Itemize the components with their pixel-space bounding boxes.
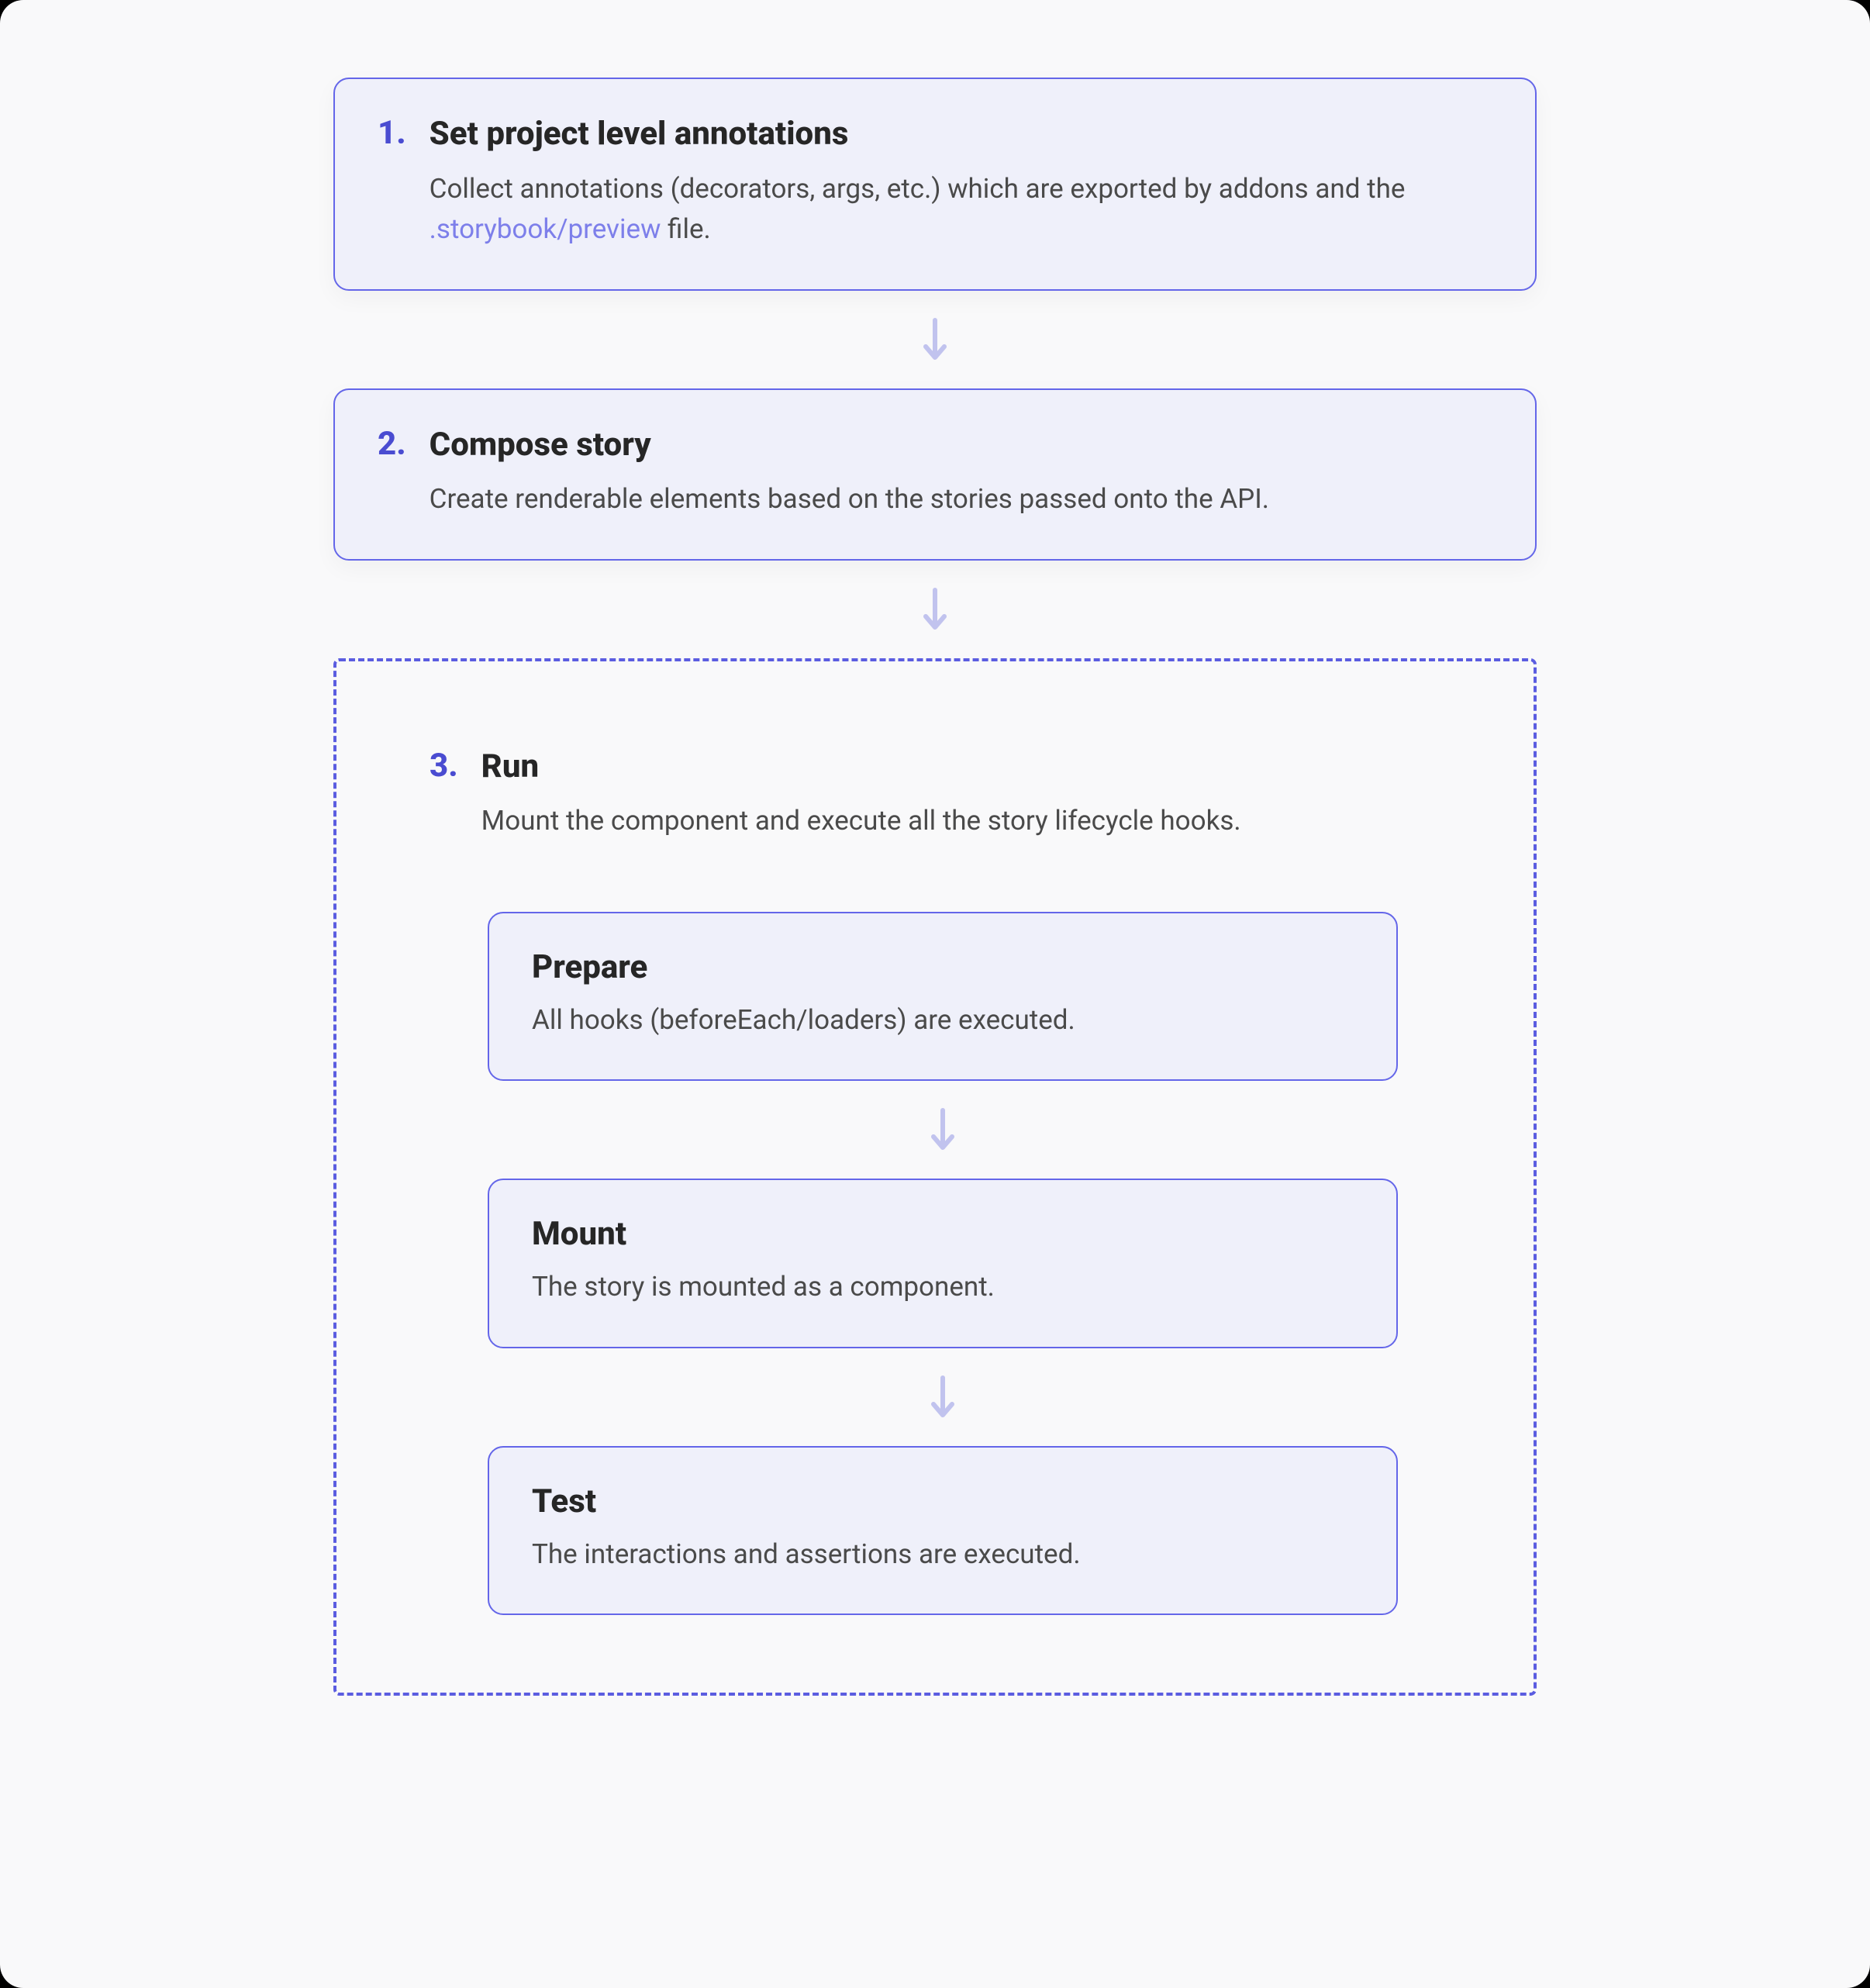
substep-test-card: Test The interactions and assertions are… — [488, 1446, 1398, 1616]
step-2-title: Compose story — [430, 425, 1492, 466]
arrow-down-icon — [919, 587, 951, 632]
substep-prepare-title: Prepare — [532, 948, 1354, 986]
step-1-body: Set project level annotations Collect an… — [430, 114, 1492, 250]
step-3-header: 3. Run Mount the component and execute a… — [430, 747, 1398, 842]
substep-test-title: Test — [532, 1482, 1354, 1520]
step-2-description: Create renderable elements based on the … — [430, 479, 1492, 520]
step-3-title: Run — [481, 747, 1398, 788]
arrow-sub-2 — [927, 1348, 958, 1446]
step-2-body: Compose story Create renderable elements… — [430, 425, 1492, 520]
step-2-number: 2. — [378, 425, 406, 464]
step-3-description: Mount the component and execute all the … — [481, 801, 1398, 842]
arrow-down-icon — [919, 317, 951, 362]
step-3-number: 3. — [430, 747, 458, 785]
substep-mount-description: The story is mounted as a component. — [532, 1267, 1354, 1308]
step-3-body: Run Mount the component and execute all … — [481, 747, 1398, 842]
substep-prepare-card: Prepare All hooks (beforeEach/loaders) a… — [488, 912, 1398, 1082]
step-2-card: 2. Compose story Create renderable eleme… — [333, 388, 1537, 561]
arrow-1 — [919, 291, 951, 388]
step-1-card: 1. Set project level annotations Collect… — [333, 78, 1537, 291]
diagram-canvas: 1. Set project level annotations Collect… — [0, 0, 1870, 1988]
run-substeps: Prepare All hooks (beforeEach/loaders) a… — [488, 912, 1398, 1616]
step-1-description: Collect annotations (decorators, args, e… — [430, 169, 1492, 250]
step-1-title: Set project level annotations — [430, 114, 1492, 155]
step-1-desc-pre: Collect annotations (decorators, args, e… — [430, 173, 1406, 205]
step-1-desc-post: file. — [661, 213, 710, 245]
substep-test-description: The interactions and assertions are exec… — [532, 1534, 1354, 1576]
step-3-run-container: 3. Run Mount the component and execute a… — [333, 658, 1537, 1696]
substep-prepare-description: All hooks (beforeEach/loaders) are execu… — [532, 1000, 1354, 1041]
substep-mount-title: Mount — [532, 1215, 1354, 1253]
arrow-down-icon — [927, 1107, 958, 1152]
substep-mount-card: Mount The story is mounted as a componen… — [488, 1179, 1398, 1348]
arrow-2 — [919, 561, 951, 658]
arrow-sub-1 — [927, 1081, 958, 1179]
step-1-number: 1. — [378, 114, 406, 153]
preview-file-link[interactable]: .storybook/preview — [430, 213, 661, 245]
arrow-down-icon — [927, 1375, 958, 1420]
